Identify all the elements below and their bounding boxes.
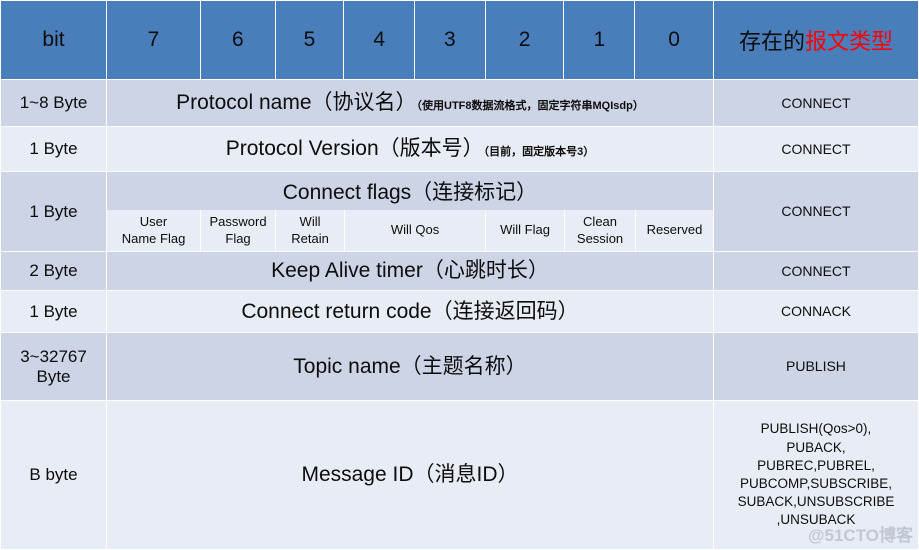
header-bit-2: 2 bbox=[484, 0, 565, 80]
row-message-topic-name: PUBLISH bbox=[712, 332, 919, 401]
connect-flags-title: Connect flags（连接标记） bbox=[107, 172, 713, 210]
row-size-message-id: B byte bbox=[0, 400, 108, 550]
row-message-protocol-version: CONNECT bbox=[712, 126, 919, 172]
row-message-message-id: PUBLISH(Qos>0), PUBACK, PUBREC,PUBREL, P… bbox=[712, 400, 919, 550]
row-field-protocol-version-text: Protocol Version（版本号） bbox=[225, 137, 484, 161]
header-message-type-highlight: 报文类型 bbox=[804, 29, 893, 54]
header-bit-5: 5 bbox=[274, 0, 345, 80]
table-row: 1 Byte Connect return code（连接返回码） CONNAC… bbox=[0, 290, 919, 333]
row-field-return-code: Connect return code（连接返回码） bbox=[106, 290, 714, 333]
flag-will-qos: Will Qos bbox=[344, 210, 485, 251]
header-message-type: 存在的报文类型 bbox=[712, 0, 919, 80]
row-field-keep-alive: Keep Alive timer（心跳时长） bbox=[106, 251, 714, 291]
header-bit-6: 6 bbox=[199, 0, 276, 80]
flag-clean-session: Clean Session bbox=[564, 210, 635, 251]
row-message-keep-alive: CONNECT bbox=[712, 251, 919, 291]
connect-flags-wrapper: Connect flags（连接标记） User Name Flag Passw… bbox=[107, 172, 713, 251]
row-size-topic-name: 3~32767 Byte bbox=[0, 332, 108, 401]
flag-will-flag: Will Flag bbox=[485, 210, 564, 251]
table-row: 1~8 Byte Protocol name（协议名）（使用UTF8数据流格式，… bbox=[0, 79, 919, 127]
mqtt-packet-structure-table: bit 7 6 5 4 3 2 1 0 存在的报文类型 1~8 Byte Pro… bbox=[0, 0, 919, 550]
row-message-return-code: CONNACK bbox=[712, 290, 919, 333]
row-field-protocol-name: Protocol name（协议名）（使用UTF8数据流格式，固定字符串MQIs… bbox=[106, 79, 714, 127]
flag-user-name-flag: User Name Flag bbox=[121, 214, 186, 246]
table-header-row: bit 7 6 5 4 3 2 1 0 存在的报文类型 bbox=[0, 0, 919, 80]
row-field-protocol-version: Protocol Version（版本号）（目前，固定版本号3） bbox=[106, 126, 714, 172]
row-size-protocol-name: 1~8 Byte bbox=[0, 79, 108, 127]
row-field-topic-name: Topic name（主题名称） bbox=[106, 332, 714, 401]
row-message-protocol-name: CONNECT bbox=[712, 79, 919, 127]
table-row: 3~32767 Byte Topic name（主题名称） PUBLISH bbox=[0, 332, 919, 401]
flag-reserved: Reserved bbox=[635, 210, 713, 251]
flag-will-retain: Will Retain bbox=[275, 210, 344, 251]
header-bit-1: 1 bbox=[563, 0, 636, 80]
flag-password-flag: Password Flag bbox=[200, 210, 275, 251]
row-field-connect-flags: Connect flags（连接标记） User Name Flag Passw… bbox=[106, 171, 714, 252]
table-row: 2 Byte Keep Alive timer（心跳时长） CONNECT bbox=[0, 251, 919, 291]
table-row: B byte Message ID（消息ID） PUBLISH(Qos>0), … bbox=[0, 400, 919, 550]
header-message-type-prefix: 存在的 bbox=[738, 29, 805, 54]
row-field-message-id: Message ID（消息ID） bbox=[106, 400, 714, 550]
table-row: 1 Byte Protocol Version（版本号）（目前，固定版本号3） … bbox=[0, 126, 919, 172]
table-row: 1 Byte Connect flags（连接标记） User Name Fla… bbox=[0, 171, 919, 252]
row-field-protocol-name-note: （使用UTF8数据流格式，固定字符串MQIsdp） bbox=[416, 100, 644, 113]
row-message-connect-flags: CONNECT bbox=[712, 171, 919, 252]
connect-flags-bitrow: User Name Flag Password Flag Will Retain… bbox=[107, 210, 713, 251]
header-bit-0: 0 bbox=[634, 0, 714, 80]
row-field-protocol-name-text: Protocol name（协议名） bbox=[176, 91, 417, 115]
row-size-return-code: 1 Byte bbox=[0, 290, 108, 333]
row-size-keep-alive: 2 Byte bbox=[0, 251, 108, 291]
header-bit-4: 4 bbox=[343, 0, 416, 80]
header-bit-3: 3 bbox=[414, 0, 486, 80]
header-bit-7: 7 bbox=[106, 0, 201, 80]
header-bit-label: bit bbox=[0, 0, 108, 80]
row-size-protocol-version: 1 Byte bbox=[0, 126, 108, 172]
row-size-connect-flags: 1 Byte bbox=[0, 171, 108, 252]
row-field-protocol-version-note: （目前，固定版本号3） bbox=[483, 146, 595, 159]
